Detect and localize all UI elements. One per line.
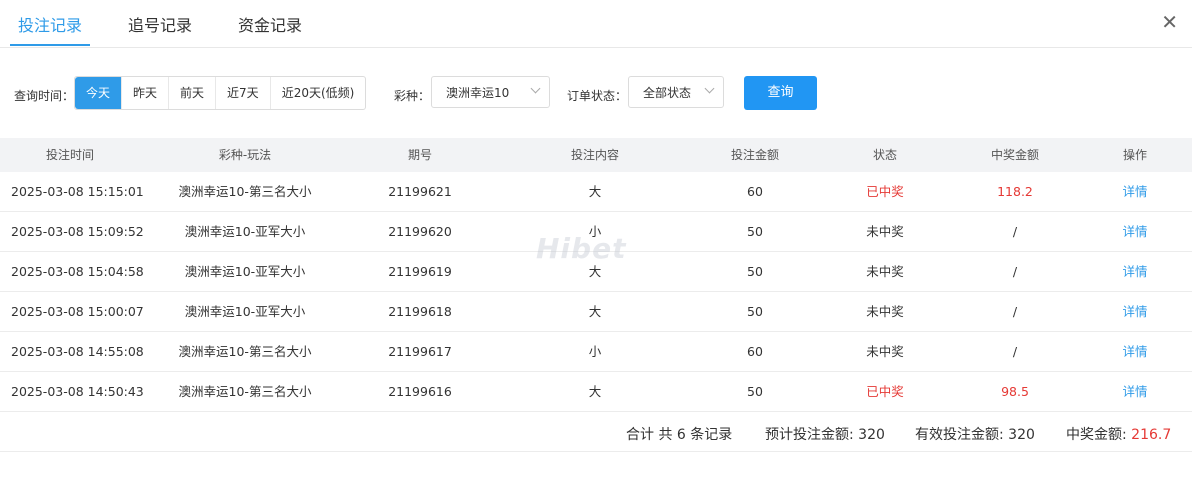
table-header: 投注时间 彩种-玩法 期号 投注内容 投注金额 状态 中奖金额 操作 (0, 138, 1192, 172)
details-link[interactable]: 详情 (1085, 252, 1185, 291)
valid-amount: 有效投注金额: 320 (915, 424, 1035, 444)
issue-number: 21199616 (388, 384, 452, 399)
day-last20-button[interactable]: 近20天(低频) (269, 77, 366, 109)
issue-number: 21199619 (388, 264, 452, 279)
bet-status: 已中奖 (866, 384, 904, 399)
expected-amount-label: 预计投注金额: (765, 427, 859, 443)
details-link[interactable]: 详情 (1085, 172, 1185, 211)
status-label: 订单状态： (567, 89, 628, 103)
bet-content: 大 (588, 304, 602, 319)
issue-number: 21199620 (388, 224, 452, 239)
bet-time: 2025-03-08 14:55:08 (11, 344, 144, 359)
bet-content: 大 (588, 184, 602, 199)
chevron-down-icon (704, 83, 715, 94)
bet-content: 大 (588, 384, 602, 399)
bet-amount: 60 (747, 344, 763, 359)
active-tab-indicator (10, 44, 90, 46)
day-before-yesterday-button[interactable]: 前天 (168, 77, 215, 109)
watermark-logo: Hibet (536, 232, 627, 265)
issue-number: 21199617 (388, 344, 452, 359)
tab-bet-records[interactable]: 投注记录 (18, 12, 82, 36)
valid-amount-label: 有效投注金额: (915, 427, 1009, 443)
details-link[interactable]: 详情 (1085, 292, 1185, 331)
details-link[interactable]: 详情 (1085, 212, 1185, 251)
table-row: 2025-03-08 15:00:07 澳洲幸运10-亚军大小 21199618… (0, 292, 1192, 332)
bet-time: 2025-03-08 15:04:58 (11, 264, 144, 279)
bet-status: 未中奖 (866, 264, 904, 279)
bet-status: 未中奖 (866, 344, 904, 359)
day-today-button[interactable]: 今天 (75, 77, 122, 109)
prize-amount: 98.5 (1001, 384, 1029, 399)
close-icon[interactable]: ✕ (1161, 10, 1178, 34)
bet-amount: 50 (747, 224, 763, 239)
lottery-select-value: 澳洲幸运10 (446, 86, 510, 100)
lottery-select[interactable]: 澳洲幸运10 (431, 76, 550, 108)
bet-status: 已中奖 (866, 184, 904, 199)
prize-amount: 118.2 (997, 184, 1033, 199)
table-row: 2025-03-08 14:55:08 澳洲幸运10-第三名大小 2119961… (0, 332, 1192, 372)
valid-amount-value: 320 (1008, 427, 1035, 443)
issue-number: 21199621 (388, 184, 452, 199)
table-row: 2025-03-08 15:15:01 澳洲幸运10-第三名大小 2119962… (0, 172, 1192, 212)
bet-time: 2025-03-08 15:09:52 (11, 224, 144, 239)
expected-amount: 预计投注金额: 320 (765, 424, 885, 444)
day-last7-button[interactable]: 近7天 (215, 77, 270, 109)
chevron-down-icon (530, 83, 541, 94)
filter-bar: 查询时间： 今天 昨天 前天 近7天 近20天(低频) 彩种： 澳洲幸运10 订… (0, 76, 1192, 110)
prize-amount: / (1012, 304, 1018, 319)
prize-amount: / (1012, 344, 1018, 359)
bet-amount: 50 (747, 304, 763, 319)
prize-amount: / (1012, 224, 1018, 239)
bet-amount: 50 (747, 264, 763, 279)
time-label: 查询时间： (14, 89, 75, 103)
status-select[interactable]: 全部状态 (628, 76, 724, 108)
tab-chase-records[interactable]: 追号记录 (128, 12, 192, 36)
bet-status: 未中奖 (866, 304, 904, 319)
header-prize: 中奖金额 (990, 148, 1039, 162)
header-status: 状态 (872, 148, 897, 162)
details-link[interactable]: 详情 (1085, 332, 1185, 371)
header-content: 投注内容 (570, 148, 619, 162)
header-issue: 期号 (407, 148, 432, 162)
game-play: 澳洲幸运10-亚军大小 (184, 304, 306, 319)
bet-amount: 50 (747, 384, 763, 399)
day-range-group: 今天 昨天 前天 近7天 近20天(低频) (74, 76, 367, 110)
bet-content: 小 (588, 344, 602, 359)
header-bet-time: 投注时间 (45, 148, 94, 162)
bet-time: 2025-03-08 15:00:07 (11, 304, 144, 319)
tab-bar: 投注记录 追号记录 资金记录 ✕ (0, 0, 1192, 48)
bet-time: 2025-03-08 14:50:43 (11, 384, 144, 399)
game-play: 澳洲幸运10-第三名大小 (178, 344, 312, 359)
day-yesterday-button[interactable]: 昨天 (121, 77, 168, 109)
prize-total-value: 216.7 (1131, 427, 1172, 443)
header-action: 操作 (1122, 148, 1147, 162)
lottery-label: 彩种： (394, 89, 431, 103)
bet-records-table: 投注时间 彩种-玩法 期号 投注内容 投注金额 状态 中奖金额 操作 2025-… (0, 138, 1192, 412)
bet-time: 2025-03-08 15:15:01 (11, 184, 144, 199)
header-amount: 投注金额 (730, 148, 779, 162)
bet-amount: 60 (747, 184, 763, 199)
query-button[interactable]: 查询 (744, 76, 817, 110)
prize-amount: / (1012, 264, 1018, 279)
summary-bar: 合计 共 6 条记录 预计投注金额: 320 有效投注金额: 320 中奖金额:… (0, 412, 1192, 452)
prize-total-label: 中奖金额: (1066, 427, 1132, 443)
header-game: 彩种-玩法 (218, 148, 272, 162)
details-link[interactable]: 详情 (1085, 372, 1185, 411)
bet-status: 未中奖 (866, 224, 904, 239)
record-count: 合计 共 6 条记录 (626, 427, 733, 443)
issue-number: 21199618 (388, 304, 452, 319)
status-select-value: 全部状态 (643, 86, 692, 100)
tab-fund-records[interactable]: 资金记录 (238, 12, 302, 36)
game-play: 澳洲幸运10-第三名大小 (178, 384, 312, 399)
expected-amount-value: 320 (858, 427, 885, 443)
prize-total: 中奖金额: 216.7 (1066, 424, 1171, 444)
table-row: 2025-03-08 14:50:43 澳洲幸运10-第三名大小 2119961… (0, 372, 1192, 412)
game-play: 澳洲幸运10-亚军大小 (184, 224, 306, 239)
game-play: 澳洲幸运10-亚军大小 (184, 264, 306, 279)
game-play: 澳洲幸运10-第三名大小 (178, 184, 312, 199)
